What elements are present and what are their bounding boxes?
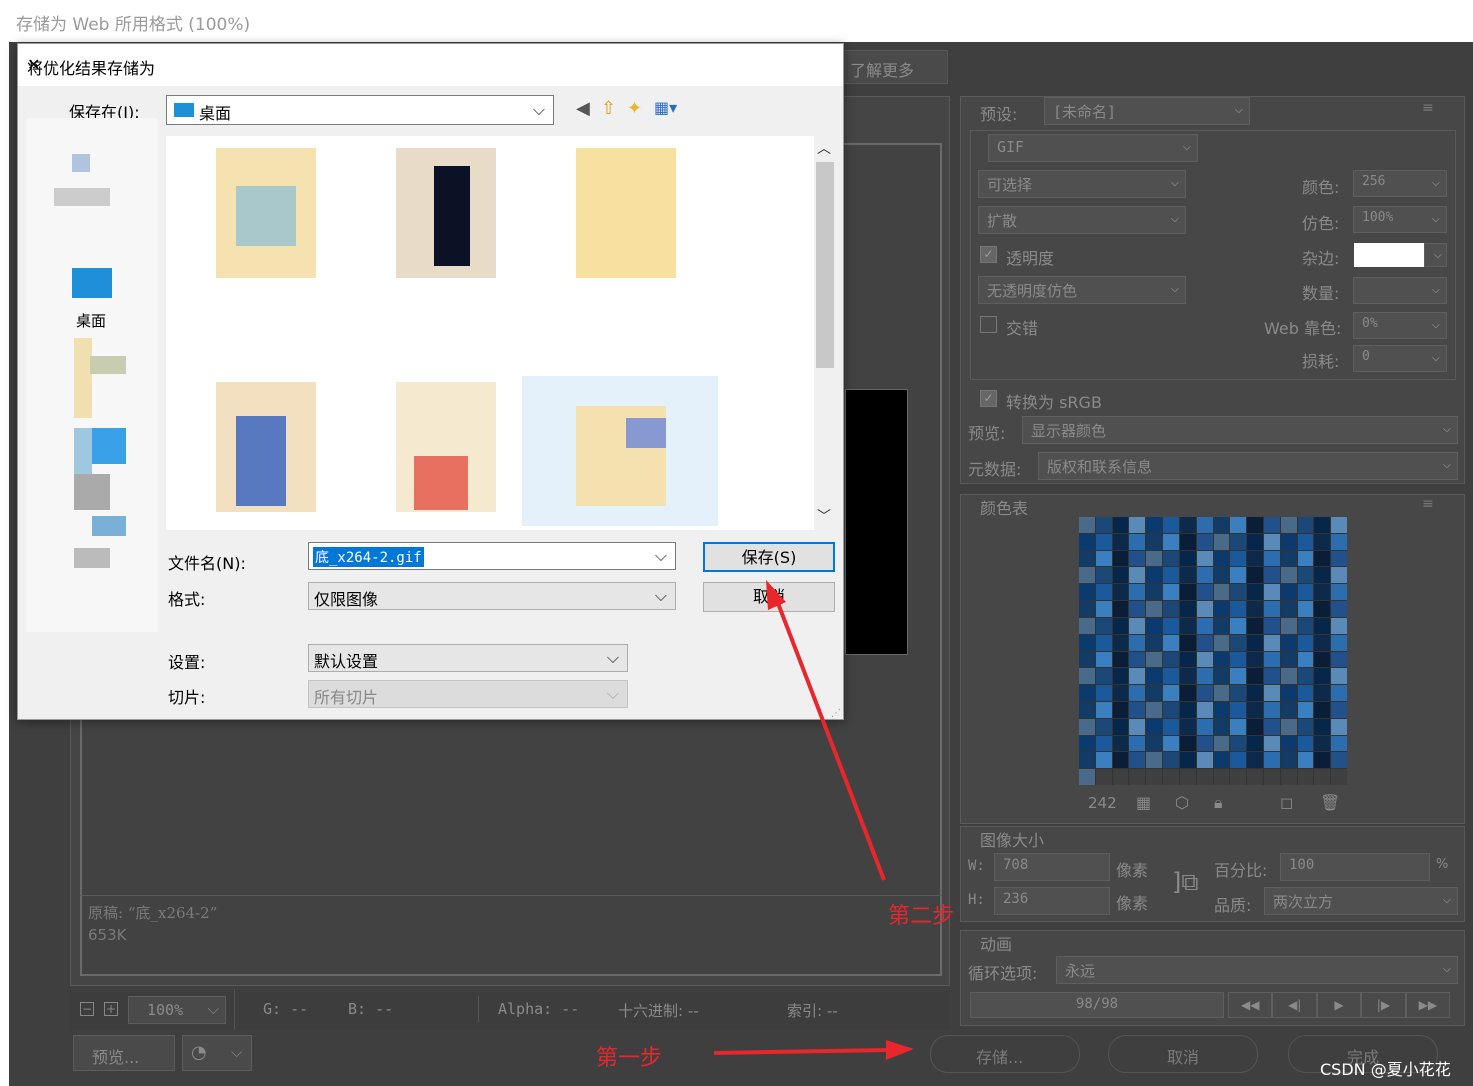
step1-arrow-line [713, 1048, 891, 1055]
step1-arrow-head [886, 1040, 914, 1060]
step1-annotation: 第一步 [596, 1046, 663, 1071]
step2-arrow-head [766, 580, 786, 610]
watermark: CSDN @夏小花花 [1320, 1060, 1451, 1079]
annotation-arrows [713, 580, 914, 1060]
step2-annotation: 第二步 [888, 904, 955, 929]
step2-arrow-line [774, 597, 886, 881]
